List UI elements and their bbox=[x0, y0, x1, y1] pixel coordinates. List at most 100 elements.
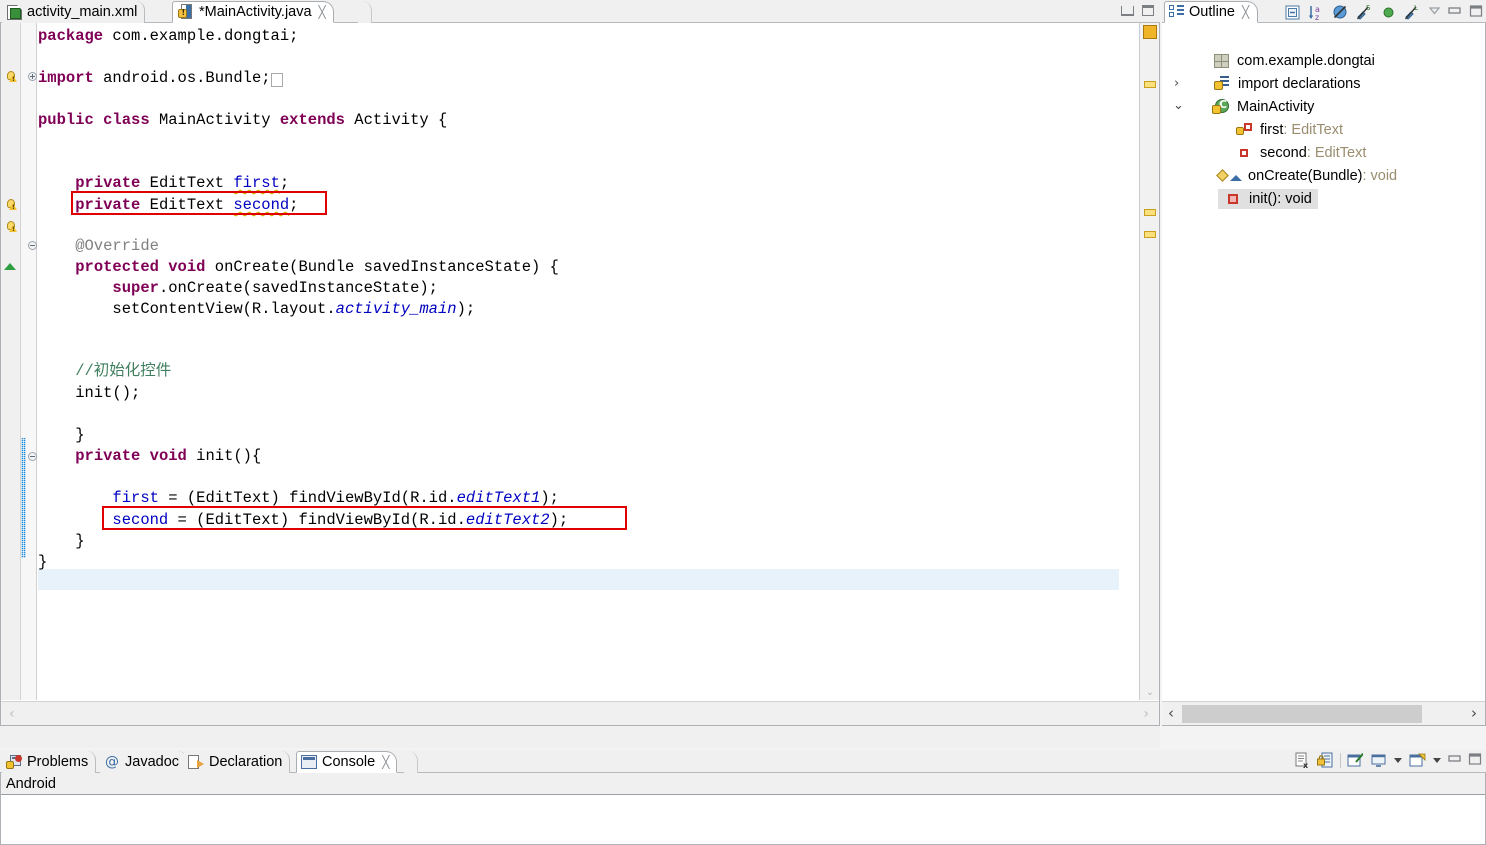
method-override-icon bbox=[1216, 168, 1246, 183]
outline-item-label: second bbox=[1260, 144, 1307, 161]
class-icon bbox=[1212, 98, 1229, 115]
fold-collapse-icon[interactable] bbox=[28, 241, 37, 250]
outline-item-mainactivity[interactable]: ⌄ MainActivity bbox=[1162, 95, 1314, 118]
scroll-down-arrow-icon[interactable]: ⌄ bbox=[1140, 684, 1160, 700]
display-selected-console-icon[interactable] bbox=[1370, 752, 1387, 769]
code-line: } bbox=[38, 532, 85, 550]
outline-icon bbox=[1169, 5, 1184, 19]
fold-expand-icon[interactable] bbox=[28, 72, 37, 81]
warning-marker-icon[interactable] bbox=[5, 71, 17, 84]
problems-icon bbox=[6, 754, 22, 770]
warning-marker-icon[interactable] bbox=[5, 199, 17, 212]
outline-item-type: : EditText bbox=[1306, 144, 1367, 161]
outline-item-second[interactable]: second : EditText bbox=[1162, 141, 1366, 164]
pin-console-icon[interactable] bbox=[1347, 752, 1364, 769]
tab-declaration[interactable]: Declaration bbox=[184, 751, 291, 773]
xml-file-icon bbox=[7, 4, 22, 20]
console-view[interactable]: Android bbox=[0, 773, 1486, 845]
maximize-icon[interactable] bbox=[1468, 752, 1482, 769]
editor-annotation-gutter[interactable] bbox=[1, 23, 21, 700]
editor-window-controls bbox=[1121, 4, 1154, 16]
tab-console[interactable]: Console ╳ bbox=[296, 751, 398, 773]
editor-horizontal-scrollbar[interactable]: ‹ › bbox=[1, 701, 1159, 725]
bottom-tab-label: Console bbox=[322, 754, 376, 770]
outline-item-oncreate[interactable]: onCreate(Bundle) : void bbox=[1162, 164, 1397, 187]
scroll-right-arrow-icon[interactable]: › bbox=[1143, 706, 1149, 722]
overview-warning-marker[interactable] bbox=[1144, 209, 1156, 216]
hide-local-types-icon[interactable]: L bbox=[1404, 4, 1421, 21]
overview-warning-marker[interactable] bbox=[1143, 25, 1157, 39]
outline-item-init[interactable]: init() : void bbox=[1162, 187, 1318, 210]
tab-javadoc[interactable]: @ Javadoc bbox=[100, 751, 188, 773]
open-console-icon[interactable] bbox=[1409, 752, 1426, 769]
maximize-icon[interactable] bbox=[1142, 4, 1154, 16]
scroll-left-arrow-icon[interactable]: ‹ bbox=[9, 706, 15, 722]
overview-warning-marker[interactable] bbox=[1144, 231, 1156, 238]
open-console-dropdown-icon[interactable] bbox=[1432, 752, 1442, 769]
eclipse-ide-window: activity_main.xml *MainActivity.java ╳ bbox=[0, 0, 1486, 845]
console-output[interactable] bbox=[1, 796, 1485, 844]
chevron-right-icon[interactable]: › bbox=[1174, 76, 1179, 91]
editor-tab-label: activity_main.xml bbox=[27, 4, 138, 20]
bottom-tab-bar: Problems @ Javadoc Declaration Console ╳ bbox=[0, 750, 1486, 773]
scroll-lock-icon[interactable] bbox=[1317, 752, 1334, 769]
outline-tab-label: Outline bbox=[1189, 4, 1235, 20]
editor-tab-mainactivity-java[interactable]: *MainActivity.java ╳ bbox=[172, 1, 334, 23]
view-menu-icon[interactable] bbox=[1428, 4, 1441, 21]
chevron-down-icon[interactable]: ⌄ bbox=[1173, 98, 1184, 113]
hide-fields-icon[interactable] bbox=[1332, 4, 1349, 21]
sort-alphabetically-icon[interactable]: az bbox=[1308, 4, 1325, 22]
minimize-icon[interactable] bbox=[1448, 752, 1462, 769]
editor-tab-label: *MainActivity.java bbox=[199, 4, 312, 20]
hide-static-icon[interactable]: S bbox=[1356, 4, 1373, 21]
warning-marker-icon[interactable] bbox=[5, 221, 17, 234]
change-bar bbox=[21, 438, 26, 558]
tab-outline[interactable]: Outline ╳ bbox=[1164, 1, 1259, 23]
minimize-icon[interactable] bbox=[1121, 6, 1134, 16]
outline-horizontal-scrollbar[interactable]: ‹ › bbox=[1162, 701, 1485, 725]
outline-item-first[interactable]: first : EditText bbox=[1162, 118, 1343, 141]
editor-overview-ruler[interactable]: ⌃ ⌄ bbox=[1139, 23, 1159, 700]
display-console-dropdown-icon[interactable] bbox=[1393, 752, 1403, 769]
editor-tab-bar: activity_main.xml *MainActivity.java ╳ bbox=[0, 0, 1160, 23]
code-line: private void init(){ bbox=[75, 447, 262, 465]
tab-bar-filler bbox=[404, 751, 418, 773]
collapse-all-icon[interactable] bbox=[1284, 4, 1301, 21]
code-line: } bbox=[38, 553, 48, 571]
outline-item-type: : void bbox=[1277, 190, 1312, 207]
overview-warning-marker[interactable] bbox=[1144, 81, 1156, 88]
clear-console-icon[interactable]: x bbox=[1294, 752, 1311, 770]
method-private-icon bbox=[1225, 192, 1241, 206]
scrollbar-thumb[interactable] bbox=[1182, 705, 1422, 723]
code-line: first = (EditText) findViewById(R.id.edi… bbox=[112, 489, 559, 507]
fold-collapse-icon[interactable] bbox=[28, 452, 37, 461]
editor-folding-gutter[interactable] bbox=[27, 23, 37, 700]
code-line: import android.os.Bundle; bbox=[38, 68, 284, 89]
tab-problems[interactable]: Problems bbox=[2, 751, 97, 773]
code-line: protected void onCreate(Bundle savedInst… bbox=[75, 258, 559, 276]
editor-tab-activity-main-xml[interactable]: activity_main.xml bbox=[2, 1, 146, 23]
editor-area: activity_main.xml *MainActivity.java ╳ bbox=[0, 0, 1160, 748]
outline-toolbar: az S L bbox=[1284, 2, 1483, 22]
close-icon[interactable]: ╳ bbox=[1242, 5, 1249, 19]
maximize-icon[interactable] bbox=[1469, 4, 1483, 21]
outline-tree[interactable]: com.example.dongtai › import declaration… bbox=[1162, 23, 1486, 726]
close-icon[interactable]: ╳ bbox=[319, 5, 326, 19]
outline-item-import-declarations[interactable]: › import declarations bbox=[1162, 72, 1361, 95]
outline-item-package[interactable]: com.example.dongtai bbox=[1162, 49, 1375, 72]
bottom-panel: Problems @ Javadoc Declaration Console ╳ bbox=[0, 750, 1486, 845]
imports-icon bbox=[1214, 76, 1230, 91]
code-text-area[interactable]: package com.example.dongtai; import andr… bbox=[38, 23, 1119, 700]
scroll-left-arrow-icon[interactable]: ‹ bbox=[1168, 704, 1174, 722]
bottom-tab-label: Declaration bbox=[209, 754, 283, 770]
svg-text:L: L bbox=[1414, 4, 1418, 12]
bottom-tab-label: Problems bbox=[27, 754, 89, 770]
minimize-icon[interactable] bbox=[1448, 4, 1462, 21]
close-icon[interactable]: ╳ bbox=[382, 755, 389, 769]
scroll-right-arrow-icon[interactable]: › bbox=[1471, 704, 1477, 722]
outline-item-label: com.example.dongtai bbox=[1237, 52, 1375, 69]
editor-body: package com.example.dongtai; import andr… bbox=[0, 23, 1160, 726]
bottom-tab-label: Javadoc bbox=[125, 754, 180, 770]
hide-non-public-icon[interactable] bbox=[1380, 4, 1397, 21]
occurrence-arrow-icon bbox=[4, 263, 16, 270]
